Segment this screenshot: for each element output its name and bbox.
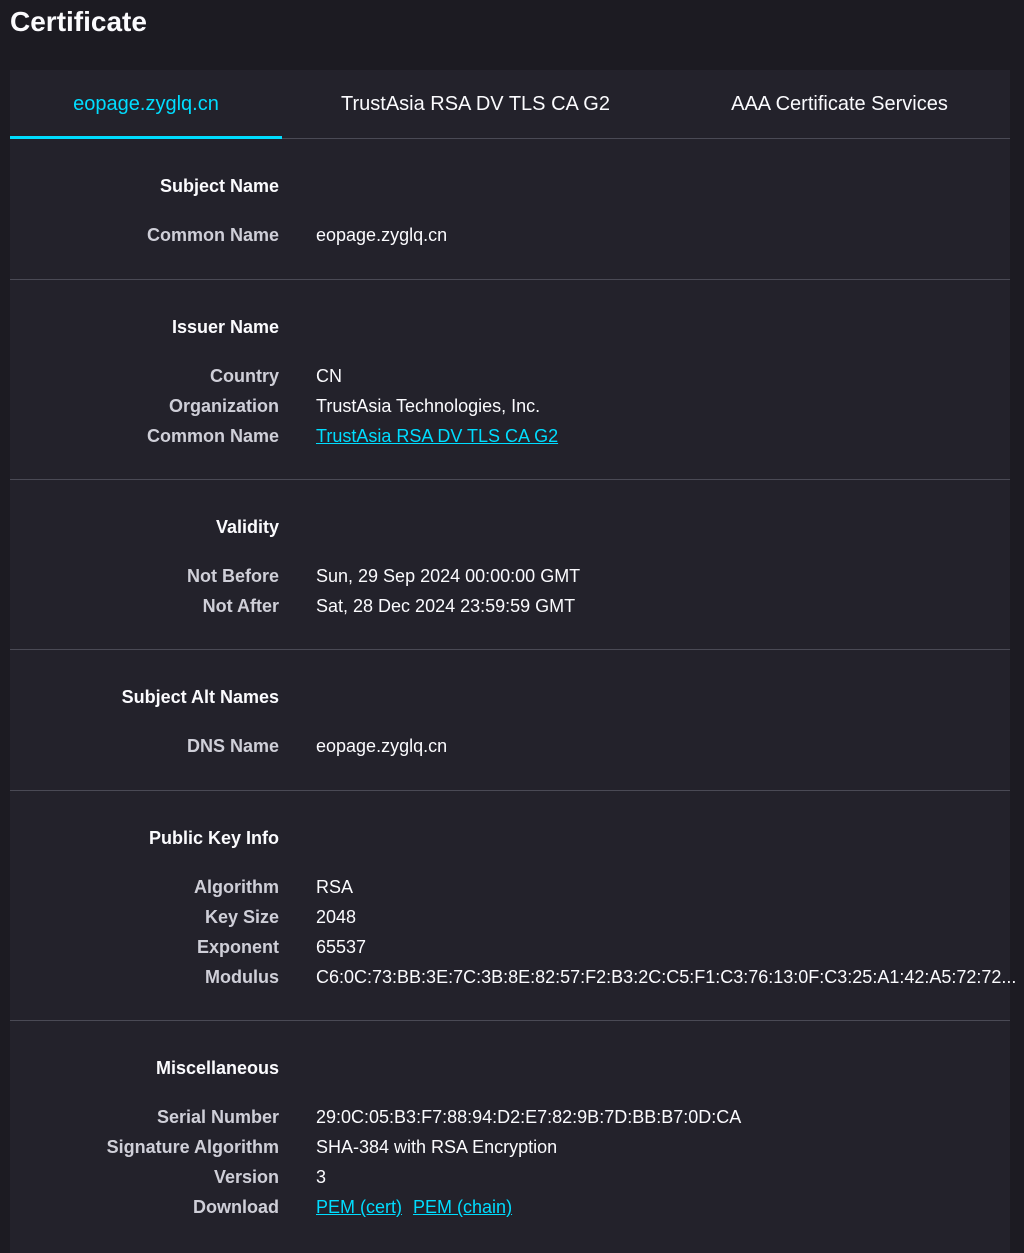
info-row: Download PEM (cert) PEM (chain) (10, 1192, 1010, 1222)
pem-chain-link[interactable]: PEM (chain) (413, 1197, 512, 1217)
field-value: Sat, 28 Dec 2024 23:59:59 GMT (316, 596, 576, 616)
info-row: Common Name eopage.zyglq.cn (10, 220, 1010, 250)
field-value: CN (316, 366, 342, 386)
issuer-common-name-link[interactable]: TrustAsia RSA DV TLS CA G2 (316, 426, 558, 446)
field-label: Not Before (186, 566, 279, 586)
validity-section: Validity Not Before Sun, 29 Sep 2024 00:… (10, 480, 1010, 650)
field-value: TrustAsia Technologies, Inc. (316, 396, 541, 416)
field-value: Sun, 29 Sep 2024 00:00:00 GMT (316, 566, 581, 586)
section-title: Public Key Info (148, 828, 279, 848)
field-label: Algorithm (194, 877, 279, 897)
subject-name-section: Subject Name Common Name eopage.zyglq.cn (10, 139, 1010, 280)
field-label: Version (213, 1167, 279, 1187)
info-row: Not After Sat, 28 Dec 2024 23:59:59 GMT (10, 591, 1010, 621)
info-row: Version 3 (10, 1162, 1010, 1192)
info-row: Signature Algorithm SHA-384 with RSA Enc… (10, 1132, 1010, 1162)
field-label: Country (210, 366, 279, 386)
field-label: Signature Algorithm (106, 1137, 279, 1157)
info-row: Not Before Sun, 29 Sep 2024 00:00:00 GMT (10, 561, 1010, 591)
field-value: eopage.zyglq.cn (316, 225, 448, 245)
public-key-info-section: Public Key Info Algorithm RSA Key Size 2… (10, 791, 1016, 1021)
field-label: Common Name (146, 225, 279, 245)
section-title: Miscellaneous (155, 1058, 279, 1078)
field-value: 29:0C:05:B3:F7:88:94:D2:E7:82:9B:7D:BB:B… (316, 1107, 742, 1127)
info-row: Serial Number 29:0C:05:B3:F7:88:94:D2:E7… (10, 1102, 1010, 1132)
field-value: 3 (316, 1167, 327, 1187)
modulus-value: C6:0C:73:BB:3E:7C:3B:8E:82:57:F2:B3:2C:C… (316, 967, 1017, 987)
info-row: DNS Name eopage.zyglq.cn (10, 731, 1010, 761)
field-label: Exponent (196, 937, 279, 957)
info-row: Key Size 2048 (10, 902, 1010, 932)
info-row: Algorithm RSA (10, 872, 1010, 902)
field-value: 65537 (316, 937, 367, 957)
section-title: Validity (215, 517, 279, 537)
field-label: Not After (202, 596, 279, 616)
field-label: Common Name (146, 426, 279, 446)
field-label: Download (193, 1197, 279, 1217)
field-label: Organization (168, 396, 279, 416)
tab-aaa-certificate-services[interactable]: AAA Certificate Services (669, 70, 1010, 138)
field-value: RSA (316, 877, 354, 897)
section-title: Issuer Name (171, 317, 279, 337)
certificate-page: Certificate eopage.zyglq.cn TrustAsia RS… (0, 0, 1024, 1253)
section-title: Subject Alt Names (121, 687, 279, 707)
info-row: Organization TrustAsia Technologies, Inc… (10, 391, 1010, 421)
field-label: Key Size (204, 907, 279, 927)
field-value: 2048 (316, 907, 357, 927)
section-title: Subject Name (159, 176, 279, 196)
info-row: Country CN (10, 361, 1010, 391)
miscellaneous-section: Miscellaneous Serial Number 29:0C:05:B3:… (10, 1021, 1010, 1253)
field-value: SHA-384 with RSA Encryption (316, 1137, 558, 1157)
field-label: Serial Number (156, 1107, 279, 1127)
pem-cert-link[interactable]: PEM (cert) (316, 1197, 402, 1217)
certificate-tabs: eopage.zyglq.cn TrustAsia RSA DV TLS CA … (10, 70, 1010, 139)
field-value: eopage.zyglq.cn (316, 736, 448, 756)
field-value: TrustAsia RSA DV TLS CA G2 (279, 421, 558, 451)
issuer-name-section: Issuer Name Country CN Organization Trus… (10, 280, 1010, 480)
info-row: Modulus C6:0C:73:BB:3E:7C:3B:8E:82:57:F2… (10, 962, 1016, 992)
field-label: Modulus (205, 967, 279, 987)
certificate-card: eopage.zyglq.cn TrustAsia RSA DV TLS CA … (10, 70, 1016, 1253)
tab-trustasia-rsa-dv-tls-ca-g2[interactable]: TrustAsia RSA DV TLS CA G2 (282, 70, 669, 138)
download-links: PEM (cert) PEM (chain) (279, 1192, 512, 1222)
info-row: Exponent 65537 (10, 932, 1010, 962)
page-title: Certificate (10, 6, 147, 37)
field-label: DNS Name (186, 736, 279, 756)
tab-eopage-zyglq-cn[interactable]: eopage.zyglq.cn (10, 70, 282, 139)
subject-alt-names-section: Subject Alt Names DNS Name eopage.zyglq.… (10, 650, 1010, 791)
info-row: Common Name TrustAsia RSA DV TLS CA G2 (10, 421, 1010, 451)
